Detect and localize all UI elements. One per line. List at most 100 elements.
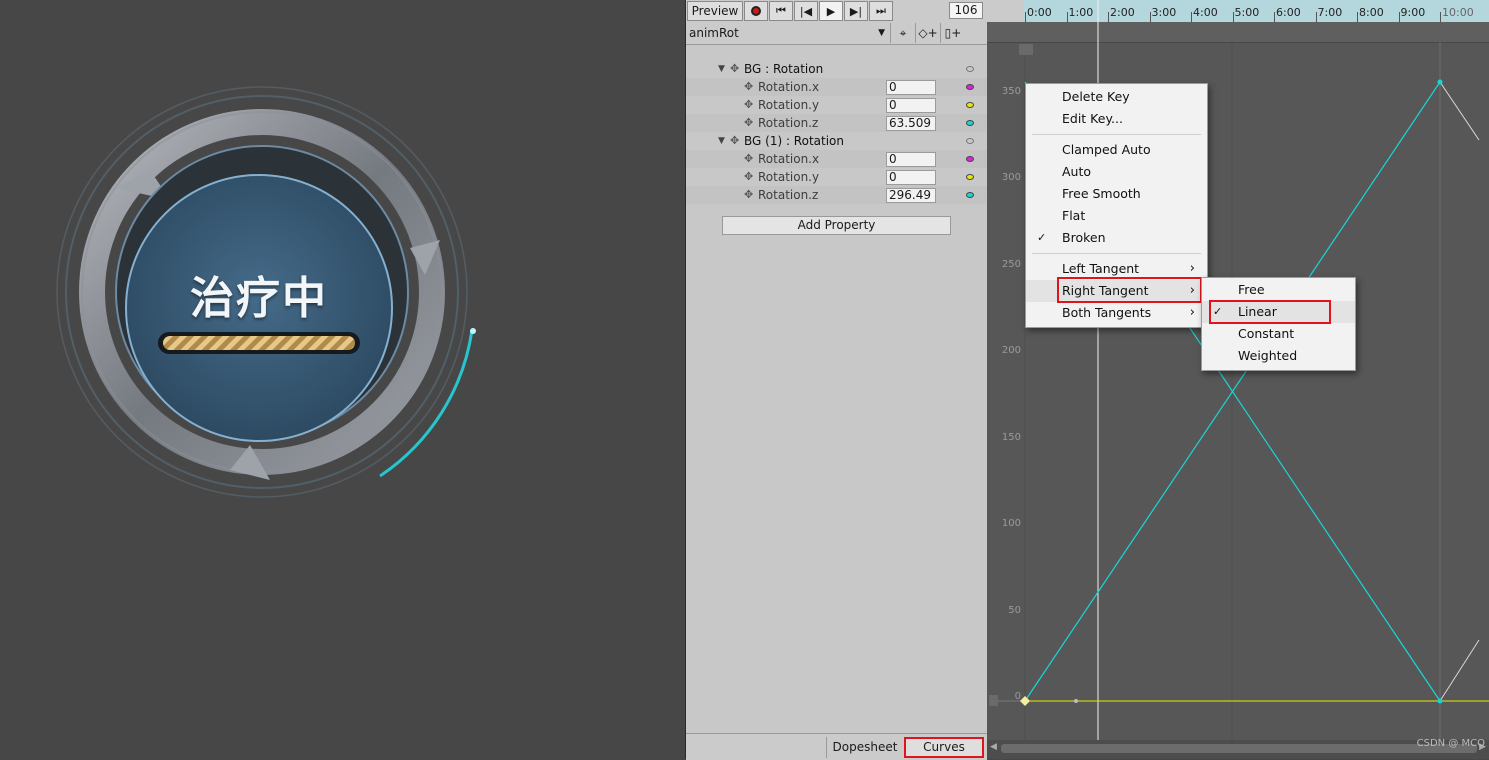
keyframe[interactable] (1437, 698, 1443, 704)
value-tick-label: 150 (1001, 431, 1021, 443)
curve-visibility-dot[interactable] (966, 138, 974, 144)
submenu-item-free[interactable]: Free (1202, 279, 1355, 301)
scroll-thumb[interactable] (1001, 744, 1477, 753)
property-group-bg1-rotation[interactable]: ▼ ✥ BG (1) : Rotation (686, 132, 987, 150)
menu-item-left-tangent[interactable]: Left Tangent › (1026, 258, 1207, 280)
menu-item-broken[interactable]: ✓ Broken (1026, 227, 1207, 249)
curve-color-dot[interactable] (966, 174, 974, 180)
add-keyframe-button[interactable]: ◇+ (916, 23, 941, 43)
curve-color-dot[interactable] (966, 120, 974, 126)
curve-visibility-dot[interactable] (966, 66, 974, 72)
menu-item-right-tangent[interactable]: Right Tangent › (1026, 280, 1207, 302)
property-label: Rotation.y (758, 98, 820, 112)
property-row[interactable]: ✥ Rotation.x 0 (686, 78, 987, 96)
add-keyframe-target-button[interactable]: ⌖ (891, 23, 916, 43)
last-key-button[interactable]: ⏭ (869, 1, 893, 21)
add-property-button[interactable]: Add Property (722, 216, 951, 235)
property-row[interactable]: ✥ Rotation.z 296.49 (686, 186, 987, 204)
property-row[interactable]: ✥ Rotation.y 0 (686, 168, 987, 186)
curve-color-dot[interactable] (966, 102, 974, 108)
scroll-left-icon[interactable]: ◀ (990, 742, 997, 752)
curve-color-dot[interactable] (966, 192, 974, 198)
treatment-status-label: 治疗中 (190, 273, 328, 324)
menu-item-label: Broken (1062, 230, 1106, 245)
expand-arrow-icon[interactable]: ▼ (718, 60, 725, 78)
add-key-icon: ◇+ (918, 26, 938, 40)
property-value-field[interactable]: 0 (886, 98, 936, 113)
record-icon (751, 6, 761, 16)
frame-input[interactable]: 106 (949, 2, 983, 19)
property-value-field[interactable]: 0 (886, 80, 936, 95)
property-label: Rotation.x (758, 80, 820, 94)
property-value-field[interactable]: 296.49 (886, 188, 936, 203)
submenu-item-weighted[interactable]: Weighted (1202, 345, 1355, 367)
menu-item-label: Free (1238, 282, 1265, 297)
prev-key-icon: |◀ (799, 4, 813, 18)
add-event-button[interactable]: ▯+ (941, 23, 965, 43)
menu-separator (1032, 134, 1201, 135)
property-value-field[interactable]: 63.509 (886, 116, 936, 131)
animation-toolbar: Preview ⏮ |◀ ▶ ▶| ⏭ 106 (686, 0, 987, 23)
chevron-right-icon: › (1189, 305, 1195, 320)
menu-item-label: Clamped Auto (1062, 142, 1151, 157)
menu-item-free-smooth[interactable]: Free Smooth (1026, 183, 1207, 205)
menu-item-label: Linear (1238, 304, 1277, 319)
menu-item-clamped-auto[interactable]: Clamped Auto (1026, 139, 1207, 161)
submenu-item-constant[interactable]: Constant (1202, 323, 1355, 345)
clip-dropdown[interactable]: animRot ▼ (686, 23, 891, 43)
play-button[interactable]: ▶ (819, 1, 843, 21)
add-event-icon: ▯+ (944, 26, 962, 40)
view-mode-tabs: Dopesheet Curves (686, 733, 987, 760)
keyframe[interactable] (1437, 79, 1443, 85)
menu-item-both-tangents[interactable]: Both Tangents › (1026, 302, 1207, 324)
value-tick-label: 250 (1001, 258, 1021, 270)
horizontal-scrollbar[interactable]: ◀ ▶ (987, 740, 1489, 759)
tangent-submenu: Free ✓ Linear Constant Weighted (1201, 277, 1356, 371)
scene-view[interactable]: 治疗中 (0, 0, 685, 759)
chevron-down-icon: ▼ (878, 28, 885, 38)
property-group-label: BG : Rotation (744, 62, 824, 76)
property-row[interactable]: ✥ Rotation.y 0 (686, 96, 987, 114)
transform-icon: ✥ (730, 134, 740, 147)
menu-item-label: Delete Key (1062, 89, 1130, 104)
expand-arrow-icon[interactable]: ▼ (718, 132, 725, 150)
property-label: Rotation.z (758, 116, 819, 130)
keyframe[interactable] (1020, 696, 1030, 706)
curve-color-dot[interactable] (966, 156, 974, 162)
menu-item-label: Left Tangent (1062, 261, 1140, 276)
property-row[interactable]: ✥ Rotation.z 63.509 (686, 114, 987, 132)
value-tick-label: 350 (1001, 86, 1021, 97)
first-key-button[interactable]: ⏮ (769, 1, 793, 21)
transform-icon: ✥ (744, 80, 754, 93)
menu-item-flat[interactable]: Flat (1026, 205, 1207, 227)
property-value-field[interactable]: 0 (886, 152, 936, 167)
menu-item-label: Edit Key... (1062, 111, 1123, 126)
preview-button[interactable]: Preview (687, 1, 743, 21)
menu-item-delete-key[interactable]: Delete Key (1026, 86, 1207, 108)
property-label: Rotation.z (758, 188, 819, 202)
menu-item-auto[interactable]: Auto (1026, 161, 1207, 183)
transform-icon: ✥ (744, 152, 754, 165)
tab-dopesheet[interactable]: Dopesheet (826, 737, 903, 758)
clip-name: animRot (689, 26, 739, 40)
value-tick-label: 50 (1008, 604, 1021, 616)
prev-key-button[interactable]: |◀ (794, 1, 818, 21)
property-group-bg-rotation[interactable]: ▼ ✥ BG : Rotation (686, 60, 987, 78)
property-label: Rotation.x (758, 152, 820, 166)
property-row[interactable]: ✥ Rotation.x 0 (686, 150, 987, 168)
menu-item-label: Free Smooth (1062, 186, 1141, 201)
property-value-field[interactable]: 0 (886, 170, 936, 185)
tangent-handle[interactable] (1074, 699, 1078, 703)
record-button[interactable] (744, 1, 768, 21)
curve-color-dot[interactable] (966, 84, 974, 90)
transform-icon: ✥ (744, 188, 754, 201)
tab-curves[interactable]: Curves (904, 737, 984, 758)
first-key-icon: ⏮ (776, 4, 786, 17)
submenu-item-linear[interactable]: ✓ Linear (1202, 301, 1355, 323)
menu-item-edit-key[interactable]: Edit Key... (1026, 108, 1207, 130)
property-group-label: BG (1) : Rotation (744, 134, 844, 148)
next-key-button[interactable]: ▶| (844, 1, 868, 21)
menu-item-label: Right Tangent (1062, 283, 1149, 298)
last-key-icon: ⏭ (876, 4, 886, 17)
property-label: Rotation.y (758, 170, 820, 184)
